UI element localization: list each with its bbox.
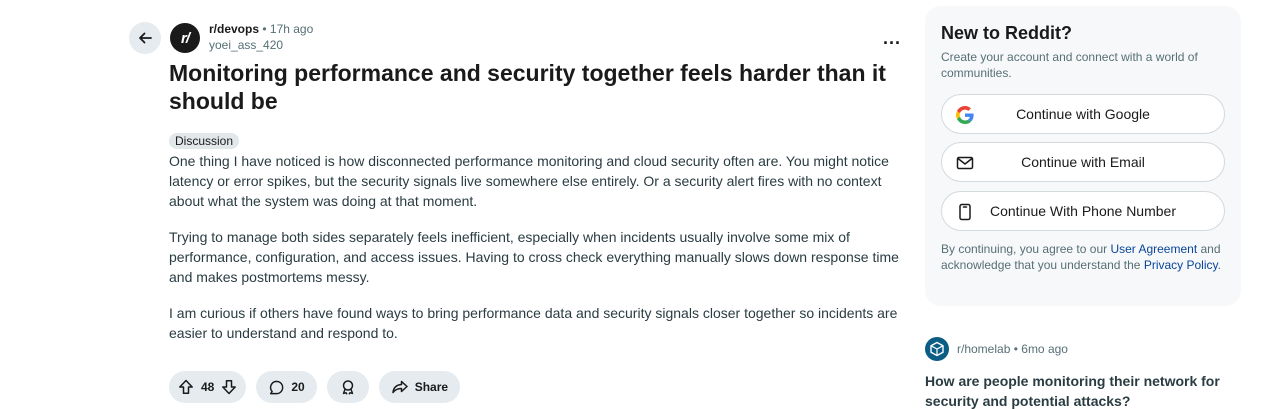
signup-title: New to Reddit? — [941, 23, 1072, 43]
more-options-button[interactable]: ... — [880, 26, 904, 50]
upvote-count: 48 — [201, 380, 215, 394]
meta-separator: • — [262, 22, 267, 36]
share-arrow-icon — [391, 380, 408, 394]
subreddit-avatar[interactable]: r/ — [170, 23, 200, 53]
envelope-icon — [955, 153, 975, 173]
google-button-label: Continue with Google — [1016, 106, 1150, 122]
post-body-paragraph: Trying to manage both sides separately f… — [169, 229, 899, 285]
continue-with-phone-button[interactable]: Continue With Phone Number — [941, 191, 1225, 231]
related-post-time: 6mo ago — [1021, 342, 1068, 356]
share-button[interactable]: Share — [378, 371, 461, 403]
speech-bubble-icon — [270, 380, 284, 394]
post-body-paragraph: I am curious if others have found ways t… — [169, 305, 898, 341]
related-post-title[interactable]: How are people monitoring their network … — [925, 371, 1245, 409]
terms-text: By continuing, you agree to our User Agr… — [941, 241, 1233, 273]
google-logo-icon — [955, 105, 975, 125]
continue-with-google-button[interactable]: Continue with Google — [941, 94, 1225, 134]
share-label: Share — [414, 380, 449, 394]
arrow-up-icon[interactable] — [177, 378, 195, 396]
vote-group: 48 — [169, 371, 247, 403]
related-post-meta: r/homelab • 6mo ago — [957, 342, 1068, 356]
post-body-paragraph: One thing I have noticed is how disconne… — [169, 153, 889, 209]
post-author[interactable]: yoei_ass_420 — [209, 38, 283, 52]
post-meta: r/devops • 17h ago — [209, 22, 313, 36]
arrow-left-icon — [139, 32, 152, 44]
award-icon — [342, 380, 353, 395]
phone-button-label: Continue With Phone Number — [990, 203, 1176, 219]
arrow-down-icon[interactable] — [220, 378, 238, 396]
terms-suffix: . — [1217, 258, 1221, 272]
comment-count: 20 — [291, 380, 305, 394]
terms-prefix: By continuing, you agree to our — [941, 242, 1111, 256]
ellipsis-icon: ... — [882, 27, 901, 48]
post-time: 17h ago — [269, 22, 314, 36]
comments-button[interactable]: 20 — [256, 371, 317, 403]
signup-subtitle: Create your account and connect with a w… — [941, 50, 1198, 80]
continue-with-email-button[interactable]: Continue with Email — [941, 142, 1225, 182]
post-action-bar: 48 20 Share — [169, 371, 461, 403]
privacy-policy-link[interactable]: Privacy Policy — [1144, 258, 1218, 272]
phone-icon — [955, 202, 975, 222]
homelab-logo-icon — [930, 341, 944, 357]
related-subreddit-link[interactable]: r/homelab — [957, 342, 1010, 356]
award-button[interactable] — [326, 371, 369, 403]
post-flair[interactable]: Discussion — [169, 133, 240, 149]
meta-separator: • — [1013, 342, 1018, 356]
email-button-label: Continue with Email — [1021, 154, 1145, 170]
subreddit-link[interactable]: r/devops — [209, 22, 259, 36]
related-subreddit-avatar[interactable] — [925, 337, 949, 361]
back-button[interactable] — [129, 22, 161, 54]
signup-card: New to Reddit? Create your account and c… — [925, 6, 1241, 306]
user-agreement-link[interactable]: User Agreement — [1110, 242, 1197, 256]
post-title: Monitoring performance and security toge… — [169, 60, 886, 114]
